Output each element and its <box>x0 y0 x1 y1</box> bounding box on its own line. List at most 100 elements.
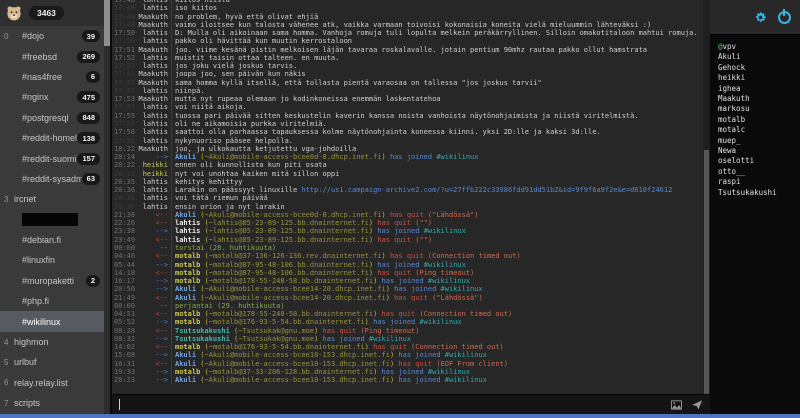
sidebar-item-debian.fi[interactable]: #debian.fi <box>0 230 104 250</box>
sidebar-scrollbar[interactable] <box>104 0 110 414</box>
channel-link[interactable]: #wikilinux <box>424 227 466 235</box>
power-disconnect-icon[interactable] <box>778 11 791 24</box>
message-body: perjantai (29. huhtikuuta) <box>171 302 703 310</box>
sidebar-item-scripts[interactable]: 7scripts <box>0 393 104 413</box>
message-body: Tsutsukakushi (~Tsutsukak@gnu.moe) has q… <box>171 327 703 335</box>
chat-scrollbar[interactable] <box>703 0 710 394</box>
nick-list-item[interactable]: motalc <box>718 125 800 135</box>
unread-count-badge: 63 <box>82 173 100 185</box>
sidebar-item-urlbuf[interactable]: 5urlbuf <box>0 352 104 372</box>
send-paper-plane-icon[interactable] <box>692 399 703 410</box>
channel-link[interactable]: #wikilinux <box>419 318 461 326</box>
nick-list-item[interactable]: @vpv <box>718 42 800 52</box>
timestamp: 17:52 <box>114 70 135 78</box>
nick-list-item[interactable]: raspi <box>718 177 800 187</box>
chat-line: 20:22heikkinyt voi unohtaa kaiken mitä s… <box>114 170 703 178</box>
buffer-name: #muropaketti <box>14 276 74 286</box>
channel-link[interactable]: #wikilinux <box>428 368 470 376</box>
url-link[interactable]: http://us1.campaign-archive2.com/?u=27ff… <box>301 186 672 194</box>
channel-link[interactable]: #wikilinux <box>369 335 411 343</box>
glowing-bear-logo[interactable] <box>6 5 22 21</box>
message-body: motalb (~motalb@87-95-48-106.bb.dnainter… <box>171 261 703 269</box>
message-segment: ~motalb@87-95-48-106.bb.dnainternet.fi <box>209 261 369 269</box>
message-segment: Akuli <box>175 211 196 219</box>
sidebar-item-reddit-homelab[interactable]: #reddit-homelab138 <box>0 128 104 148</box>
channel-link[interactable]: #wikilinux <box>445 351 487 359</box>
sidebar-item-redacted[interactable] <box>0 210 104 230</box>
sidebar-item-highmon[interactable]: 4highmon <box>0 332 104 352</box>
nick-list-item[interactable]: otto__ <box>718 167 800 177</box>
unread-count-badge: 2 <box>86 275 100 287</box>
nick-list-item[interactable]: ighea <box>718 84 800 94</box>
message-input[interactable] <box>112 394 710 414</box>
nick-list-item[interactable]: motalb <box>718 115 800 125</box>
message-prefix: --> <box>135 227 171 235</box>
nick-list-item[interactable]: muep_ <box>718 136 800 146</box>
sidebar-item-php.fi[interactable]: #php.fi <box>0 291 104 311</box>
sidebar-item-wikilinux[interactable]: #wikilinux <box>0 311 104 331</box>
nick-list-item[interactable]: Maakuth <box>718 94 800 104</box>
sidebar-item-muropaketti[interactable]: #muropaketti 2 <box>0 271 104 291</box>
message-prefix: --> <box>135 277 171 285</box>
nick-list-item[interactable]: Gehock <box>718 63 800 73</box>
buffer-number: 7 <box>4 399 14 408</box>
message-segment: ( <box>200 318 208 326</box>
sidebar-item-postgresql[interactable]: #postgresql848 <box>0 108 104 128</box>
message-body: Akuli (~Akuli@mobile-access-bcee10-153.d… <box>171 360 703 368</box>
buffer-name: relay.relay.list <box>14 378 68 388</box>
message-body: Akuli (~Akuli@mobile-access-bcee0d-8.dhc… <box>171 153 703 161</box>
settings-gear-icon[interactable] <box>754 11 767 24</box>
message-segment: ~Akuli@mobile-access-bcee10-153.dhcp.ine… <box>205 351 390 359</box>
channel-link[interactable]: #wikilinux <box>445 376 487 384</box>
channel-link[interactable]: #wikilinux <box>428 277 470 285</box>
buffer-name: #php.fi <box>14 296 49 306</box>
sidebar-item-nginx[interactable]: #nginx475 <box>0 87 104 107</box>
timestamp: 04:46 <box>114 252 135 260</box>
channel-link[interactable]: #wikilinux <box>436 153 478 161</box>
message-segment: has quit <box>377 269 415 277</box>
message-segment: (Connection timed out) <box>428 252 521 260</box>
message-segment: perjantai (29. huhtikuuta) <box>175 302 285 310</box>
message-segment: ( <box>200 310 208 318</box>
message-body: joo. viime kesänä pistin melkoisen läjän… <box>171 46 703 54</box>
message-prefix: <-- <box>135 360 171 368</box>
message-segment: ( <box>196 285 204 293</box>
nick-list-item[interactable]: oselotti <box>718 156 800 166</box>
irc-client-window: 3463 0#dojo39#freebsd269#nas4free6#nginx… <box>0 0 800 414</box>
buffer-number: 3 <box>4 195 14 204</box>
sidebar-item-relay.relay.list[interactable]: 6relay.relay.list <box>0 373 104 393</box>
buffer-name: #freebsd <box>14 52 57 62</box>
chat-line: 15:08-->Akuli (~Akuli@mobile-access-bcee… <box>114 351 703 359</box>
sidebar-item-dojo[interactable]: 0#dojo39 <box>0 26 104 46</box>
timestamp: 21:38 <box>114 211 135 219</box>
sidebar-item-ircnet[interactable]: 3ircnet <box>0 189 104 209</box>
chat-scrollbar-thumb[interactable] <box>704 150 709 394</box>
message-body: Akuli (~Akuli@mobile-access-bcee14-20.dh… <box>171 294 703 302</box>
sidebar-item-reddit-sysadmin[interactable]: #reddit-sysadmin63 <box>0 169 104 189</box>
nick-list-item[interactable]: markosu <box>718 104 800 114</box>
chat-line: 00:00--perjantai (29. huhtikuuta) <box>114 302 703 310</box>
message-segment: ( <box>200 343 208 351</box>
sidebar-item-linuxfin[interactable]: #linuxfin <box>0 250 104 270</box>
channel-link[interactable]: #wikilinux <box>424 261 466 269</box>
nick-list-item[interactable]: Newa <box>718 146 800 156</box>
message-segment: has joined <box>390 153 436 161</box>
nick-list-item[interactable]: Tsutsukakushi <box>718 188 800 198</box>
timestamp: 17:55 <box>114 120 135 128</box>
sidebar-item-freebsd[interactable]: #freebsd269 <box>0 46 104 66</box>
buffer-name: scripts <box>14 398 40 408</box>
message-body: niinpä. <box>171 87 703 95</box>
chat-line: 23:49<--lahtis (~lahtis@85-23-89-125.bb.… <box>114 236 703 244</box>
message-segment: ~motalb@176-93-5-54.bb.dnainternet.fi <box>209 343 365 351</box>
image-upload-icon[interactable] <box>671 400 682 410</box>
nick-list-item[interactable]: Akuli <box>718 52 800 62</box>
message-prefix: heikki <box>135 170 171 178</box>
sidebar-item-reddit-suomi[interactable]: #reddit-suomi157 <box>0 148 104 168</box>
sidebar-scrollbar-thumb[interactable] <box>104 0 110 46</box>
message-segment: joopa joo, sen päivän kun näkis <box>175 70 306 78</box>
channel-link[interactable]: #wikilinux <box>441 285 483 293</box>
sidebar-item-nas4free[interactable]: #nas4free6 <box>0 67 104 87</box>
nick-list-item[interactable]: heikki <box>718 73 800 83</box>
buffer-name: ircnet <box>14 194 36 204</box>
chat-line: 00:00--torstai (28. huhtikuuta) <box>114 244 703 252</box>
